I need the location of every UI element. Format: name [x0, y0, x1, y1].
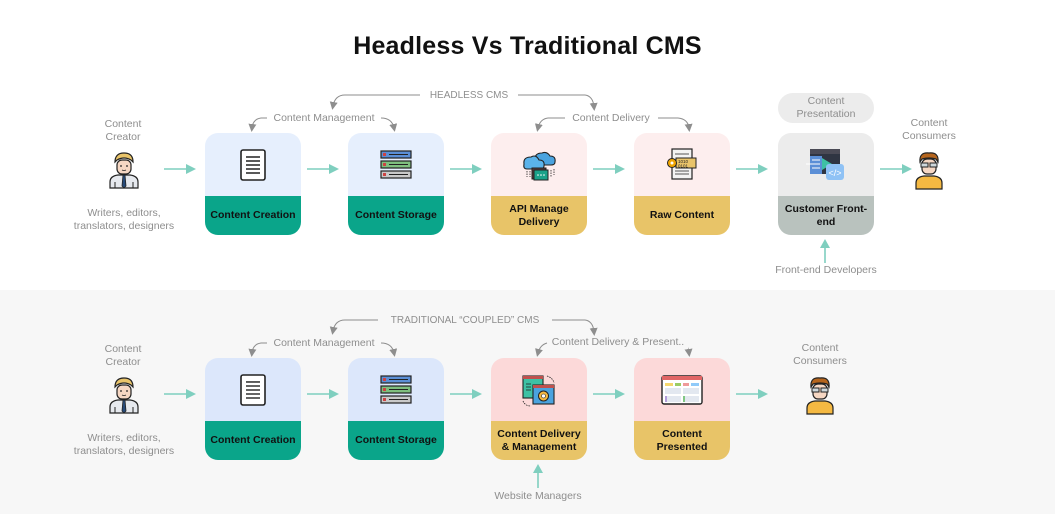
- headless-management-connector-right: [380, 117, 398, 132]
- frontend-code-icon: </>: [806, 148, 844, 180]
- flow-arrow-icon: [593, 389, 625, 399]
- step-label: Customer Front-end: [778, 196, 874, 235]
- headless-step-content-storage: Content Storage: [348, 133, 444, 235]
- traditional-step-content-creation: Content Creation: [205, 358, 301, 460]
- traditional-step-content-storage: Content Storage: [348, 358, 444, 460]
- flow-arrow-icon: [593, 164, 625, 174]
- traditional-step-content-presented: Content Presented: [634, 358, 730, 460]
- headless-creator-label: Content Creator: [104, 118, 142, 143]
- headless-step-api-manage-delivery: API Manage Delivery: [491, 133, 587, 235]
- headless-step-customer-frontend: </> Customer Front-end: [778, 133, 874, 235]
- document-icon: [240, 148, 266, 181]
- traditional-management-label: Content Management: [268, 337, 380, 350]
- traditional-delivery-connector-left: [535, 342, 548, 357]
- server-icon: [380, 149, 412, 179]
- businessman-icon: [106, 375, 142, 415]
- headless-section-label: HEADLESS CMS: [420, 89, 518, 102]
- headless-management-label: Content Management: [268, 112, 380, 125]
- traditional-step-content-delivery-management: Content Delivery & Management: [491, 358, 587, 460]
- step-label: API Manage Delivery: [491, 196, 587, 235]
- flow-arrow-icon: [736, 164, 768, 174]
- svg-text:</>: </>: [829, 168, 842, 178]
- step-label: Content Presented: [634, 421, 730, 460]
- traditional-section-connector-right: [552, 319, 598, 336]
- flow-arrow-icon: [307, 164, 339, 174]
- raw-file-icon: 1010 0101: [667, 147, 697, 180]
- traditional-section-label: TRADITIONAL “COUPLED” CMS: [378, 314, 552, 327]
- traditional-delivery-label: Content Delivery & Present..: [548, 336, 688, 349]
- headless-section-connector-left: [329, 94, 422, 110]
- headless-step-raw-content: 1010 0101 Raw Content: [634, 133, 730, 235]
- step-label: Content Storage: [348, 196, 444, 235]
- headless-step-content-creation: Content Creation: [205, 133, 301, 235]
- flow-arrow-icon: [880, 164, 912, 174]
- traditional-consumer-label: Content Consumers: [793, 342, 847, 367]
- businessman-icon: [106, 150, 142, 190]
- step-label: Content Creation: [205, 421, 301, 460]
- server-icon: [380, 374, 412, 404]
- flow-arrow-icon: [164, 389, 196, 399]
- up-arrow-icon: [533, 464, 543, 488]
- content-presentation-pill: Content Presentation: [778, 93, 874, 123]
- traditional-management-connector-left: [248, 342, 267, 357]
- step-label: Content Creation: [205, 196, 301, 235]
- headless-delivery-label: Content Delivery: [565, 112, 657, 125]
- headless-delivery-connector-left: [534, 117, 565, 132]
- traditional-creator-roles: Writers, editors, translators, designers: [73, 432, 175, 457]
- traditional-creator-label: Content Creator: [104, 343, 142, 368]
- step-label: Content Storage: [348, 421, 444, 460]
- document-icon: [240, 373, 266, 406]
- website-managers-label: Website Managers: [494, 490, 582, 502]
- cloud-api-icon: [523, 151, 556, 180]
- flow-arrow-icon: [736, 389, 768, 399]
- headless-section-connector-right: [518, 94, 598, 111]
- web-layout-icon: [661, 374, 703, 405]
- headless-consumer-label: Content Consumers: [902, 117, 956, 142]
- flow-arrow-icon: [450, 389, 482, 399]
- content-presentation-label: Content Presentation: [796, 95, 856, 120]
- flow-arrow-icon: [307, 389, 339, 399]
- consumer-icon: [912, 150, 946, 190]
- step-label: Raw Content: [634, 196, 730, 235]
- up-arrow-icon: [820, 239, 830, 263]
- traditional-management-connector-right: [380, 342, 398, 357]
- consumer-icon: [803, 375, 837, 415]
- traditional-section-connector-left: [329, 319, 378, 335]
- svg-text:0101: 0101: [678, 163, 689, 168]
- flow-arrow-icon: [450, 164, 482, 174]
- headless-delivery-connector-right: [658, 117, 693, 132]
- website-settings-icon: [522, 374, 555, 406]
- frontend-developers-label: Front-end Developers: [775, 264, 877, 276]
- step-label: Content Delivery & Management: [491, 421, 587, 460]
- flow-arrow-icon: [164, 164, 196, 174]
- headless-creator-roles: Writers, editors, translators, designers: [73, 207, 175, 232]
- headless-management-connector-left: [248, 117, 267, 132]
